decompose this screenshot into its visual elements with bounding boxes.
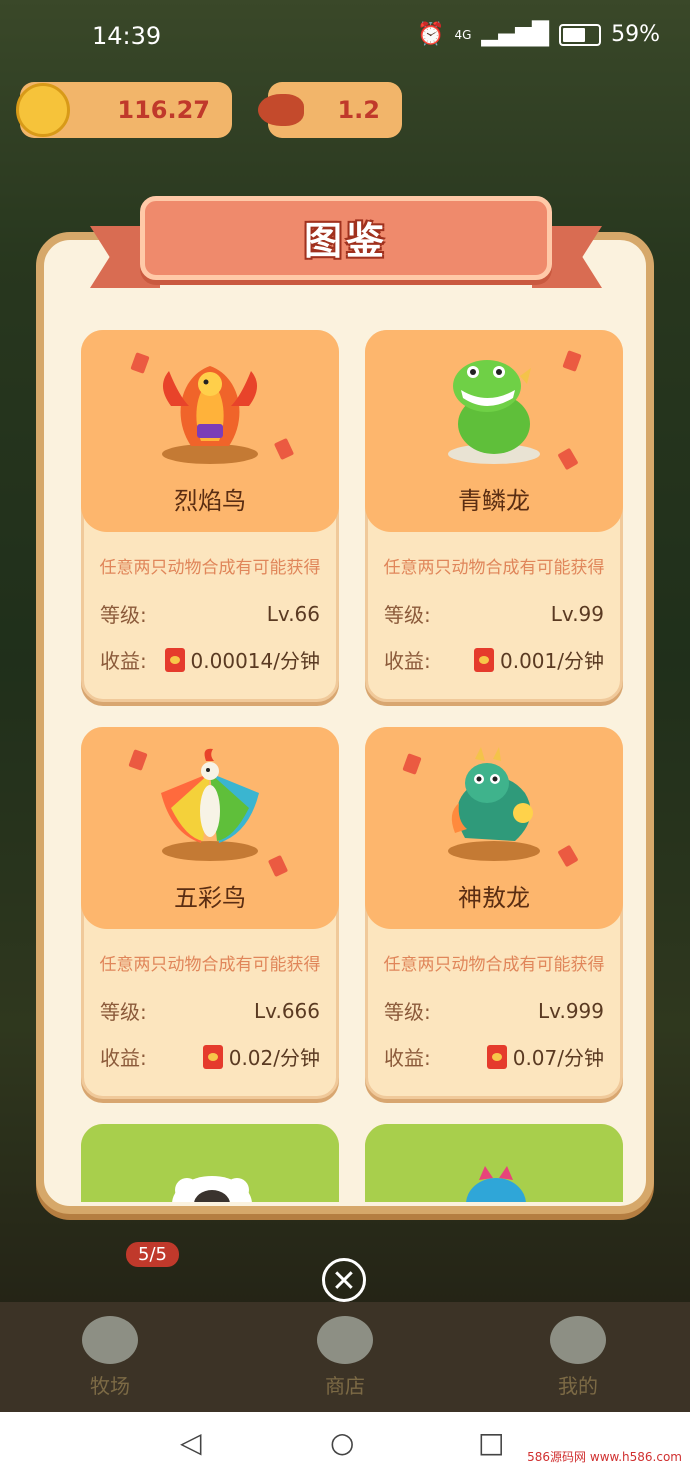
coin-counter[interactable]: 116.27 — [16, 82, 232, 138]
level-label: 等级: — [100, 603, 147, 627]
card-name: 五彩鸟 — [174, 884, 246, 912]
sheep-tab-icon — [82, 1316, 138, 1364]
pet-card-green-dragon[interactable]: 青鳞龙 任意两只动物合成有可能获得 等级: Lv.99 收益: 0.001/分钟 — [365, 330, 623, 702]
close-button[interactable]: ✕ — [322, 1258, 366, 1302]
income-label: 收益: — [100, 1046, 147, 1070]
card-level-row: 等级: Lv.666 — [100, 996, 320, 1025]
card-income-row: 收益: 0.001/分钟 — [384, 645, 604, 674]
tab-label: 商店 — [325, 1374, 365, 1398]
income-label: 收益: — [100, 649, 147, 673]
card-level-row: 等级: Lv.99 — [384, 599, 604, 628]
card-description: 任意两只动物合成有可能获得 — [99, 955, 321, 975]
modal-title: 图鉴 — [303, 219, 388, 263]
meat-counter[interactable]: 1.2 — [258, 82, 402, 138]
profile-icon — [550, 1316, 606, 1364]
tab-shop[interactable]: 商店 — [285, 1316, 405, 1399]
tab-ranch[interactable]: 牧场 — [50, 1316, 170, 1399]
network-label: 4G — [454, 27, 472, 42]
card-description: 任意两只动物合成有可能获得 — [383, 558, 605, 578]
tab-label: 我的 — [558, 1374, 598, 1398]
pet-card-divine-dragon[interactable]: 神敖龙 任意两只动物合成有可能获得 等级: Lv.999 收益: 0.07/分钟 — [365, 727, 623, 1099]
level-label: 等级: — [384, 1000, 431, 1024]
collection-modal: 烈焰鸟 任意两只动物合成有可能获得 等级: Lv.66 收益: 0.00014/… — [36, 232, 654, 1214]
level-value: Lv.99 — [550, 601, 604, 626]
income-value: 0.001/分钟 — [500, 649, 604, 673]
watermark: 586源码网 www.h586.com — [527, 1450, 682, 1464]
coin-value: 116.27 — [117, 96, 210, 124]
card-description: 任意两只动物合成有可能获得 — [99, 558, 321, 578]
pet-card-sheep[interactable] — [81, 1124, 339, 1202]
level-label: 等级: — [100, 1000, 147, 1024]
chef-hat-icon — [317, 1316, 373, 1364]
level-value: Lv.999 — [538, 998, 604, 1023]
pet-card-phoenix[interactable]: 烈焰鸟 任意两只动物合成有可能获得 等级: Lv.66 收益: 0.00014/… — [81, 330, 339, 702]
tab-profile[interactable]: 我的 — [518, 1316, 638, 1399]
level-value: Lv.666 — [254, 998, 320, 1023]
card-name: 青鳞龙 — [458, 487, 530, 515]
red-envelope-icon — [164, 647, 185, 672]
card-header — [81, 1124, 339, 1202]
recents-icon[interactable]: □ — [478, 1426, 504, 1459]
coin-icon — [16, 83, 70, 137]
card-income-row: 收益: 0.02/分钟 — [100, 1042, 320, 1071]
pet-card-blue-creature[interactable] — [365, 1124, 623, 1202]
back-icon[interactable]: ◁ — [180, 1426, 202, 1459]
red-envelope-icon — [202, 1044, 223, 1069]
battery-icon — [559, 23, 602, 46]
income-value: 0.00014/分钟 — [190, 649, 320, 673]
card-description: 任意两只动物合成有可能获得 — [383, 955, 605, 975]
meat-value: 1.2 — [337, 96, 380, 124]
card-level-row: 等级: Lv.66 — [100, 599, 320, 628]
income-value: 0.02/分钟 — [228, 1046, 320, 1070]
alarm-icon: ⏰ — [417, 22, 445, 47]
green-dragon-icon — [448, 360, 540, 464]
card-header — [365, 1124, 623, 1202]
card-grid[interactable]: 烈焰鸟 任意两只动物合成有可能获得 等级: Lv.66 收益: 0.00014/… — [66, 312, 626, 1202]
divine-dragon-icon — [448, 747, 540, 861]
tab-label: 牧场 — [90, 1374, 130, 1398]
income-label: 收益: — [384, 649, 431, 673]
card-name: 神敖龙 — [458, 884, 530, 912]
level-value: Lv.66 — [266, 601, 320, 626]
rainbow-bird-icon — [161, 748, 259, 861]
bottom-tab-bar: 5/5 牧场 商店 我的 — [0, 1242, 690, 1412]
status-time: 14:39 — [92, 22, 162, 50]
sheep-icon — [172, 1176, 252, 1202]
status-bar: 14:39 ⏰ 4G ▂▄▆█ 59% — [0, 0, 690, 70]
home-icon[interactable]: ○ — [330, 1426, 354, 1459]
card-level-row: 等级: Lv.999 — [384, 996, 604, 1025]
phoenix-icon — [162, 366, 258, 464]
pet-card-rainbow-bird[interactable]: 五彩鸟 任意两只动物合成有可能获得 等级: Lv.666 收益: 0.02/分钟 — [81, 727, 339, 1099]
income-value: 0.07/分钟 — [512, 1046, 604, 1070]
modal-title-ribbon: 图鉴 — [90, 196, 602, 288]
red-envelope-icon — [474, 647, 494, 672]
signal-icon: ▂▄▆█ — [481, 22, 550, 47]
close-icon: ✕ — [331, 1264, 357, 1299]
red-envelope-icon — [486, 1044, 507, 1069]
income-label: 收益: — [384, 1046, 431, 1070]
card-income-row: 收益: 0.07/分钟 — [384, 1042, 604, 1071]
status-icons: ⏰ 4G ▂▄▆█ 59% — [417, 22, 660, 47]
blue-creature-icon — [466, 1166, 526, 1202]
card-name: 烈焰鸟 — [174, 487, 246, 515]
card-income-row: 收益: 0.00014/分钟 — [100, 645, 320, 674]
slot-count-badge: 5/5 — [126, 1242, 179, 1267]
battery-percent: 59% — [611, 22, 660, 47]
meat-icon — [258, 94, 304, 126]
level-label: 等级: — [384, 603, 431, 627]
